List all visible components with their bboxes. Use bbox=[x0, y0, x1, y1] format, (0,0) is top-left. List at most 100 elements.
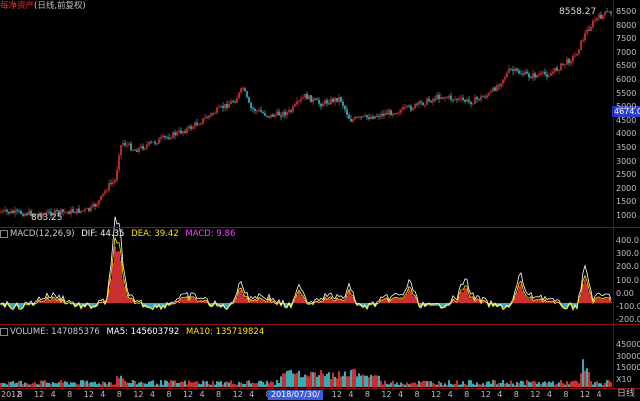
candle-body bbox=[216, 107, 218, 113]
volume-bar bbox=[258, 381, 260, 387]
time-tick: 12 bbox=[83, 390, 94, 399]
volume-bar bbox=[308, 376, 310, 387]
volume-bar bbox=[584, 370, 586, 387]
time-tick: 4 bbox=[149, 390, 155, 399]
price-chart[interactable] bbox=[0, 0, 640, 400]
time-tick: 12 bbox=[480, 390, 491, 399]
volume-bar bbox=[234, 384, 236, 387]
volume-bar bbox=[478, 384, 480, 387]
volume-bar bbox=[160, 380, 162, 387]
volume-bar bbox=[156, 383, 158, 387]
price-min-label: 863.25 bbox=[31, 213, 63, 223]
macd-bar bbox=[178, 301, 180, 303]
candle-body bbox=[124, 142, 126, 146]
candle-body bbox=[66, 211, 68, 213]
candle-body bbox=[162, 135, 164, 138]
candle-body bbox=[362, 115, 364, 118]
macd-bar bbox=[114, 246, 116, 303]
candle-body bbox=[556, 67, 558, 71]
candle-body bbox=[466, 99, 468, 102]
volume-bar bbox=[68, 384, 70, 387]
period-label[interactable]: 日线 bbox=[617, 389, 635, 400]
candle-body bbox=[290, 110, 292, 112]
volume-bar bbox=[326, 373, 328, 387]
volume-bar bbox=[30, 384, 32, 387]
candle-body bbox=[522, 74, 524, 75]
candle-body bbox=[330, 98, 332, 105]
macd-bar bbox=[244, 297, 246, 303]
candle-body bbox=[138, 147, 140, 152]
candle-body bbox=[596, 17, 598, 21]
volume-bar bbox=[16, 382, 18, 387]
volume-bar bbox=[444, 383, 446, 387]
candle-body bbox=[166, 137, 168, 138]
candle-body bbox=[432, 98, 434, 103]
macd-bar bbox=[396, 298, 398, 303]
price-y-tick: 7000 bbox=[616, 47, 637, 57]
macd-bar bbox=[342, 301, 344, 303]
stock-chart-window[interactable]: 每净资产(日线,前复权) 8558.27 863.25 4674.0 8500 8… bbox=[0, 0, 640, 401]
candle-body bbox=[352, 119, 354, 122]
panel-separator-volume bbox=[0, 324, 640, 325]
price-y-tick: 8000 bbox=[616, 20, 637, 30]
candle-body bbox=[228, 104, 230, 108]
macd-bar bbox=[550, 301, 552, 303]
volume-bar bbox=[282, 373, 284, 387]
volume-bar bbox=[26, 383, 28, 387]
volume-bar bbox=[496, 384, 498, 387]
time-tick: 8 bbox=[563, 390, 569, 399]
candle-body bbox=[298, 100, 300, 102]
candle-body bbox=[204, 117, 206, 119]
candle-body bbox=[610, 11, 612, 14]
volume-bar bbox=[512, 383, 514, 387]
candle-body bbox=[96, 204, 98, 207]
candle-body bbox=[14, 210, 16, 214]
candle-body bbox=[498, 85, 500, 87]
volume-bar bbox=[364, 375, 366, 387]
candle-body bbox=[134, 149, 136, 151]
volume-bar bbox=[508, 384, 510, 387]
volume-bar bbox=[318, 375, 320, 387]
candle-body bbox=[410, 105, 412, 111]
candle-body bbox=[150, 141, 152, 143]
candle-body bbox=[0, 211, 2, 213]
macd-y-tick: 300.0 bbox=[616, 249, 639, 259]
candle-body bbox=[538, 74, 540, 76]
volume-bar bbox=[352, 369, 354, 387]
time-axis[interactable]: 2012812481248124812481248124812481248124… bbox=[0, 388, 640, 401]
candle-body bbox=[90, 206, 92, 211]
candle-body bbox=[590, 27, 592, 31]
candle-body bbox=[554, 67, 556, 72]
volume-bar bbox=[126, 382, 128, 387]
candle-body bbox=[470, 101, 472, 105]
candle-body bbox=[346, 109, 348, 115]
candle-body bbox=[398, 112, 400, 114]
volume-bar bbox=[120, 375, 122, 387]
macd-y-tick: 400.0 bbox=[616, 236, 639, 245]
volume-bar bbox=[206, 381, 208, 387]
volume-bar bbox=[248, 380, 250, 387]
price-y-tick: 7500 bbox=[616, 34, 637, 44]
candle-body bbox=[506, 72, 508, 78]
volume-bar bbox=[288, 370, 290, 387]
macd-bar bbox=[110, 279, 112, 303]
candle-body bbox=[266, 115, 268, 117]
volume-bar bbox=[122, 378, 124, 387]
macd-bar bbox=[112, 263, 114, 303]
candle-body bbox=[276, 111, 278, 115]
candle-body bbox=[310, 95, 312, 103]
candle-body bbox=[558, 70, 560, 72]
candle-body bbox=[526, 71, 528, 74]
candle-body bbox=[292, 106, 294, 112]
volume-bar bbox=[346, 376, 348, 387]
price-axis-divider bbox=[613, 0, 614, 388]
price-y-tick: 5500 bbox=[616, 88, 637, 98]
volume-bar bbox=[278, 382, 280, 387]
candle-body bbox=[202, 118, 204, 124]
candle-body bbox=[536, 75, 538, 78]
volume-bar bbox=[370, 374, 372, 387]
volume-bar bbox=[462, 381, 464, 387]
candle-body bbox=[98, 200, 100, 205]
candle-body bbox=[372, 116, 374, 119]
macd-bar bbox=[528, 298, 530, 303]
